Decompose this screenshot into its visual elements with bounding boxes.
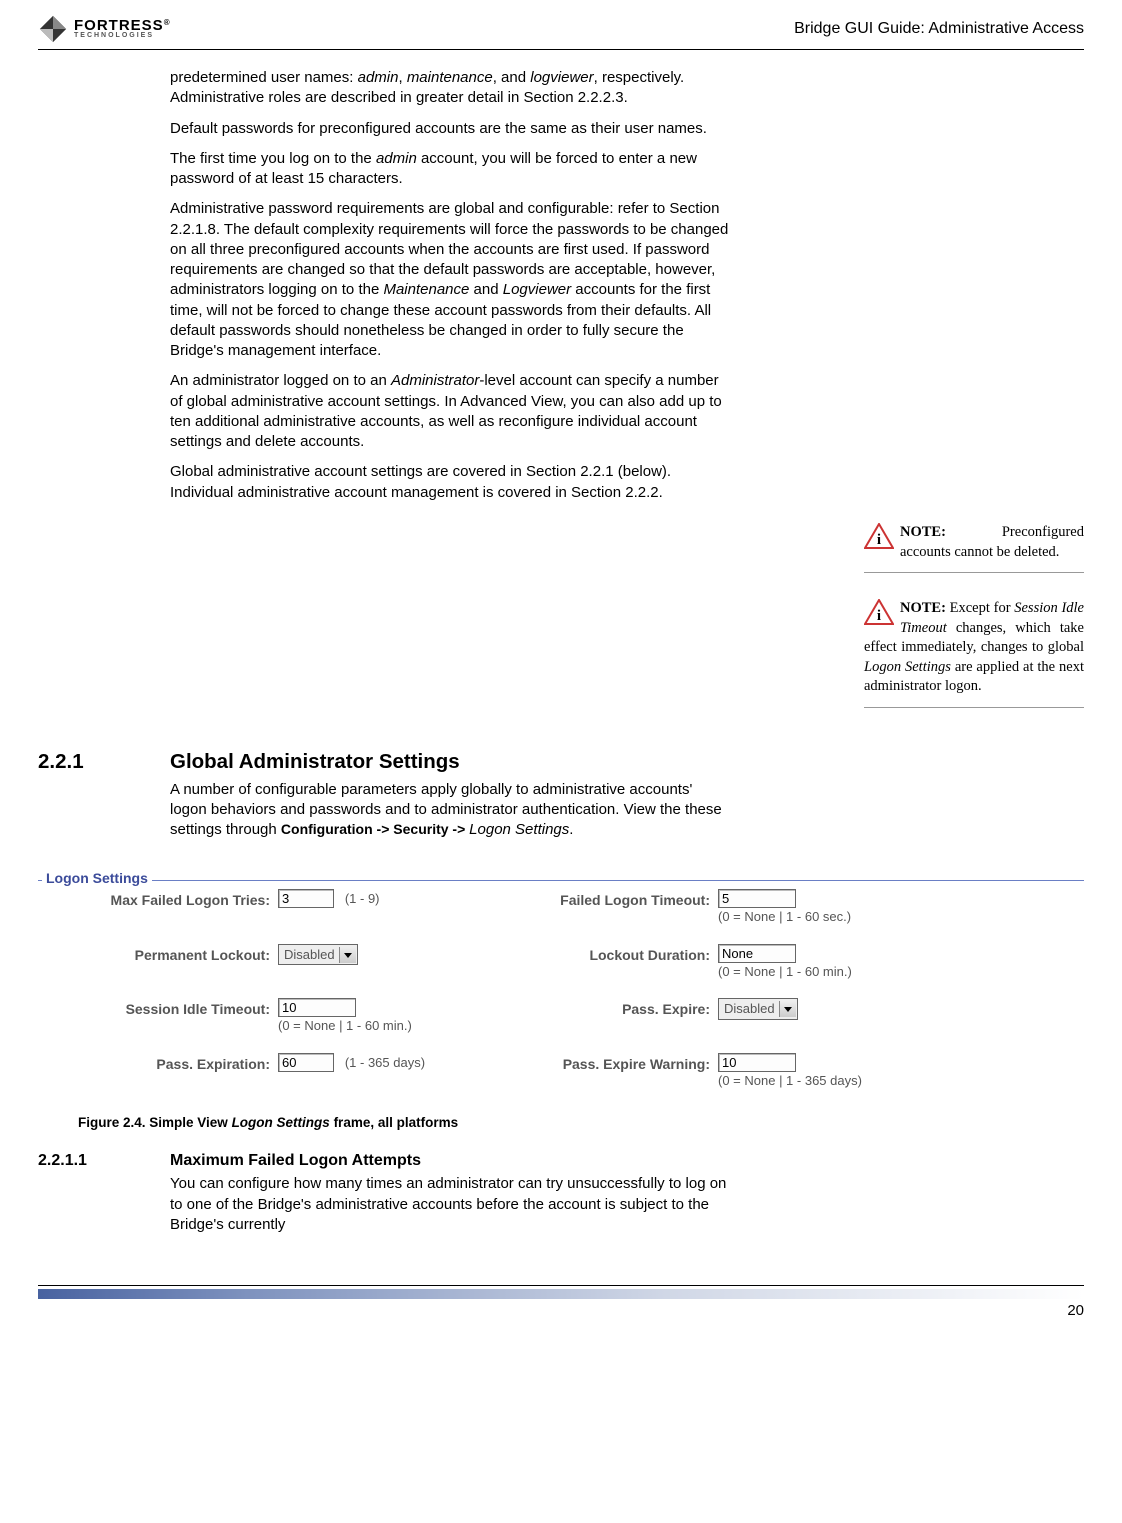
field-label: Max Failed Logon Tries: <box>48 889 278 910</box>
note-callout: i NOTE: Preconfigured accounts cannot be… <box>864 523 1084 573</box>
fortress-logo-icon <box>38 14 68 44</box>
note-label: NOTE: <box>900 600 946 616</box>
page-number: 20 <box>38 1301 1084 1321</box>
page-header: FORTRESS® TECHNOLOGIES Bridge GUI Guide:… <box>38 14 1084 50</box>
lockout-duration-input[interactable] <box>718 944 796 963</box>
permanent-lockout-select[interactable]: Disabled <box>278 944 358 966</box>
paragraph: The first time you log on to the admin a… <box>170 149 730 190</box>
field-label: Lockout Duration: <box>518 944 718 965</box>
svg-text:i: i <box>877 608 881 624</box>
failed-logon-timeout-input[interactable] <box>718 889 796 908</box>
section-number: 2.2.1 <box>38 748 170 850</box>
warning-info-icon: i <box>864 523 894 549</box>
field-label: Pass. Expiration: <box>48 1053 278 1074</box>
dropdown-icon <box>779 1001 796 1017</box>
section-number: 2.2.1.1 <box>38 1150 170 1245</box>
field-label: Permanent Lockout: <box>48 944 278 965</box>
paragraph: predetermined user names: admin, mainten… <box>170 68 730 109</box>
section-heading: Global Administrator Settings <box>170 748 730 776</box>
pass-expire-select[interactable]: Disabled <box>718 998 798 1020</box>
field-label: Pass. Expire: <box>518 998 718 1019</box>
header-title: Bridge GUI Guide: Administrative Access <box>794 18 1084 40</box>
main-text: predetermined user names: admin, mainten… <box>170 68 730 734</box>
paragraph: Global administrative account settings a… <box>170 462 730 503</box>
logo: FORTRESS® TECHNOLOGIES <box>38 14 170 44</box>
range-hint: (0 = None | 1 - 365 days) <box>718 1073 862 1088</box>
range-hint: (1 - 9) <box>345 891 380 906</box>
note-callout: i NOTE: Except for Session Idle Timeout … <box>864 599 1084 708</box>
logo-text-main: FORTRESS <box>74 17 164 34</box>
range-hint: (0 = None | 1 - 60 sec.) <box>718 909 851 924</box>
warning-info-icon: i <box>864 599 894 625</box>
max-failed-tries-input[interactable] <box>278 889 334 908</box>
field-label: Failed Logon Timeout: <box>518 889 718 910</box>
svg-text:i: i <box>877 532 881 548</box>
section-heading: Maximum Failed Logon Attempts <box>170 1150 730 1172</box>
logo-text-sub: TECHNOLOGIES <box>74 33 170 40</box>
dropdown-icon <box>339 947 356 963</box>
note-label: NOTE: <box>900 524 946 540</box>
paragraph: You can configure how many times an admi… <box>170 1174 730 1235</box>
paragraph: Default passwords for preconfigured acco… <box>170 119 730 139</box>
figure-caption: Figure 2.4. Simple View Logon Settings f… <box>78 1114 1084 1132</box>
pass-expire-warning-input[interactable] <box>718 1053 796 1072</box>
field-label: Session Idle Timeout: <box>48 998 278 1019</box>
fieldset-legend: Logon Settings <box>42 869 152 888</box>
paragraph: An administrator logged on to an Adminis… <box>170 371 730 452</box>
logon-settings-frame: Logon Settings Max Failed Logon Tries: (… <box>38 880 1084 1101</box>
range-hint: (1 - 365 days) <box>345 1055 425 1070</box>
field-label: Pass. Expire Warning: <box>518 1053 718 1074</box>
session-idle-timeout-input[interactable] <box>278 998 356 1017</box>
pass-expiration-input[interactable] <box>278 1053 334 1072</box>
page-footer: 20 <box>38 1285 1084 1321</box>
range-hint: (0 = None | 1 - 60 min.) <box>718 964 852 979</box>
paragraph: Administrative password requirements are… <box>170 199 730 361</box>
range-hint: (0 = None | 1 - 60 min.) <box>278 1018 412 1033</box>
paragraph: A number of configurable parameters appl… <box>170 780 730 841</box>
